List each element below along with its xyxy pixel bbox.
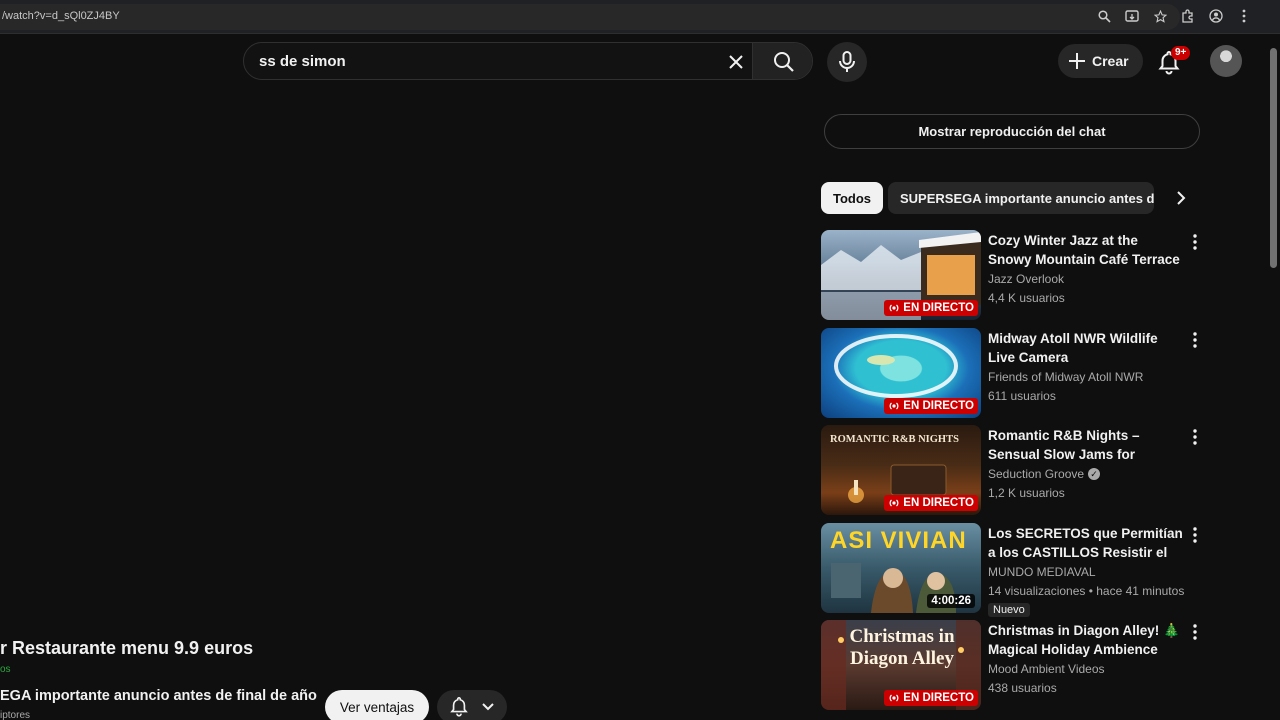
- list-item[interactable]: Christmas in Diagon Alley EN DIRECTO Chr…: [821, 620, 1205, 718]
- install-icon[interactable]: [1124, 8, 1140, 24]
- video-thumbnail[interactable]: EN DIRECTO: [821, 230, 981, 320]
- live-icon: [889, 304, 899, 312]
- thumbnail-text: Christmas in Diagon Alley: [849, 626, 955, 669]
- new-badge: Nuevo: [988, 602, 1030, 617]
- chip-related[interactable]: SUPERSEGA importante anuncio antes de fi…: [888, 182, 1154, 214]
- video-meta: 611 usuarios: [988, 388, 1056, 403]
- channel-name[interactable]: Friends of Midway Atoll NWR: [988, 370, 1143, 384]
- bell-icon: [450, 696, 468, 717]
- list-item[interactable]: EN DIRECTO Midway Atoll NWR Wildlife Liv…: [821, 327, 1205, 426]
- live-icon: [889, 402, 899, 409]
- video-title[interactable]: Cozy Winter Jazz at the Snowy Mountain C…: [988, 231, 1183, 269]
- more-options-icon[interactable]: [1185, 525, 1205, 545]
- channel-video-title[interactable]: EGA importante anuncio antes de final de…: [0, 688, 317, 704]
- create-label: Crear: [1092, 53, 1129, 69]
- video-title[interactable]: Romantic R&B Nights – Sensual Slow Jams …: [988, 426, 1183, 464]
- search-input[interactable]: [259, 51, 719, 71]
- video-title[interactable]: Midway Atoll NWR Wildlife Live Camera: [988, 329, 1183, 367]
- video-thumbnail[interactable]: ROMANTIC R&B NIGHTS EN DIRECTO: [821, 425, 981, 515]
- video-title[interactable]: Christmas in Diagon Alley! 🎄 Magical Hol…: [988, 621, 1183, 659]
- live-icon: [889, 499, 899, 507]
- view-perks-button[interactable]: Ver ventajas: [325, 690, 429, 720]
- video-thumbnail[interactable]: Christmas in Diagon Alley EN DIRECTO: [821, 620, 981, 710]
- live-icon: [889, 694, 899, 702]
- notification-badge: 9+: [1171, 46, 1191, 60]
- thumbnail-text: ROMANTIC R&B NIGHTS: [830, 434, 959, 445]
- search-icon: [773, 52, 794, 72]
- more-options-icon[interactable]: [1185, 232, 1205, 252]
- browser-toolbar: /watch?v=d_sQl0ZJ4BY: [0, 0, 1280, 34]
- video-meta: 4,4 K usuarios: [988, 291, 1065, 305]
- duration-badge: 4:00:26: [927, 593, 975, 608]
- more-options-icon[interactable]: [1185, 427, 1205, 447]
- list-item[interactable]: EN DIRECTO Cozy Winter Jazz at the Snowy…: [821, 230, 1205, 328]
- video-meta: 14 visualizaciones • hace 41 minutos: [988, 583, 1185, 598]
- list-item[interactable]: ASI VIVIAN 4:00:26 Los SECRETOS que Perm…: [821, 522, 1205, 621]
- close-icon[interactable]: [722, 49, 750, 75]
- extensions-icon[interactable]: [1180, 8, 1196, 24]
- video-meta: 1,2 K usuarios: [988, 486, 1065, 500]
- page-scrollbar[interactable]: [1270, 48, 1277, 268]
- video-thumbnail[interactable]: EN DIRECTO: [821, 327, 981, 418]
- video-subtitle: os: [0, 664, 11, 675]
- address-bar[interactable]: /watch?v=d_sQl0ZJ4BY: [0, 4, 1180, 30]
- notifications-button[interactable]: 9+: [1155, 46, 1191, 76]
- show-chat-replay-button[interactable]: Mostrar reproducción del chat: [824, 114, 1200, 149]
- filter-chips: Todos SUPERSEGA importante anuncio antes…: [821, 182, 1201, 214]
- live-badge: EN DIRECTO: [884, 397, 978, 414]
- more-options-icon[interactable]: [1185, 622, 1205, 642]
- create-button[interactable]: Crear: [1058, 44, 1143, 78]
- video-thumbnail[interactable]: ASI VIVIAN 4:00:26: [821, 522, 981, 613]
- channel-name[interactable]: Mood Ambient Videos: [988, 662, 1105, 676]
- live-badge: EN DIRECTO: [884, 300, 978, 316]
- zoom-icon[interactable]: [1096, 8, 1112, 24]
- recommendations-list: EN DIRECTO Cozy Winter Jazz at the Snowy…: [821, 230, 1205, 718]
- search-button[interactable]: [752, 43, 812, 79]
- video-meta: 438 usuarios: [988, 681, 1057, 695]
- chevron-right-icon[interactable]: [1169, 186, 1193, 210]
- subscriber-count: iptores: [0, 710, 31, 720]
- subscription-button[interactable]: [437, 690, 507, 720]
- live-badge: EN DIRECTO: [884, 495, 978, 511]
- voice-search-button[interactable]: [827, 42, 867, 82]
- more-options-icon[interactable]: [1185, 330, 1205, 350]
- search-box: [243, 42, 813, 80]
- microphone-icon: [839, 51, 855, 72]
- live-badge: EN DIRECTO: [884, 690, 978, 706]
- star-icon[interactable]: [1152, 8, 1168, 24]
- menu-icon[interactable]: [1236, 8, 1252, 24]
- channel-name[interactable]: MUNDO MEDIAVAL: [988, 565, 1096, 579]
- chip-all[interactable]: Todos: [821, 182, 884, 214]
- avatar[interactable]: [1210, 45, 1242, 77]
- channel-name[interactable]: Jazz Overlook: [988, 272, 1064, 286]
- plus-icon: [1069, 53, 1085, 69]
- list-item[interactable]: ROMANTIC R&B NIGHTS EN DIRECTO Romantic …: [821, 425, 1205, 523]
- thumbnail-text: ASI VIVIAN: [830, 526, 967, 554]
- channel-name[interactable]: Seduction Groove ✓: [988, 467, 1101, 481]
- chevron-down-icon: [482, 703, 494, 711]
- profile-icon[interactable]: [1208, 8, 1224, 24]
- video-title-main: r Restaurante menu 9.9 euros: [0, 638, 254, 658]
- browser-actions: [1096, 8, 1252, 24]
- verified-icon: ✓: [1088, 468, 1101, 480]
- url-text: /watch?v=d_sQl0ZJ4BY: [2, 10, 120, 22]
- video-title[interactable]: Los SECRETOS que Permitían a los CASTILL…: [988, 524, 1183, 562]
